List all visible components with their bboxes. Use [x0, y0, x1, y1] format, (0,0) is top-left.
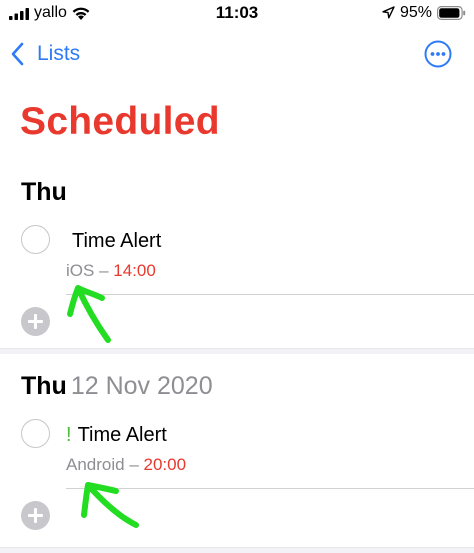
task-title[interactable]: ! Time Alert — [66, 424, 167, 447]
battery-icon — [437, 6, 466, 20]
section-separator — [0, 547, 474, 553]
section-date: 12 Nov 2020 — [70, 372, 213, 400]
task-complete-checkbox[interactable] — [21, 419, 50, 448]
status-bar: yallo 11:03 95% — [0, 0, 474, 28]
back-button-label: Lists — [37, 42, 81, 65]
task-label: iOS — [66, 261, 95, 280]
ellipsis-circle-icon[interactable] — [424, 40, 452, 68]
task-label: Android — [66, 455, 125, 474]
chevron-left-icon — [11, 42, 24, 66]
section-header: Thu 12 Nov 2020 — [21, 372, 213, 401]
task-subtitle: Android – 20:00 — [66, 455, 186, 475]
row-divider — [66, 294, 474, 295]
task-complete-checkbox[interactable] — [21, 225, 50, 254]
task-priority: ! — [66, 424, 72, 446]
add-reminder-button[interactable] — [21, 501, 50, 530]
page-title: Scheduled — [20, 100, 220, 143]
battery-percent: 95% — [400, 4, 433, 21]
section-header: Thu — [21, 178, 71, 207]
annotation-arrow-icon — [67, 285, 111, 343]
task-subtitle: iOS – 14:00 — [66, 261, 156, 281]
task-due-time: 14:00 — [113, 261, 156, 280]
task-title-text: Time Alert — [77, 424, 167, 446]
task-separator: – — [124, 455, 144, 474]
annotation-arrow-icon — [81, 482, 139, 528]
section-day: Thu — [21, 372, 67, 400]
task-title-text: Time Alert — [72, 230, 162, 252]
task-title[interactable]: Time Alert — [66, 230, 161, 253]
task-due-time: 20:00 — [143, 455, 187, 474]
section-day: Thu — [21, 178, 67, 206]
back-button[interactable]: Lists — [10, 40, 80, 68]
add-reminder-button[interactable] — [21, 307, 50, 336]
reminders-scheduled-screen: yallo 11:03 95% Lists Scheduled Thu Time… — [0, 0, 474, 553]
location-arrow-icon — [382, 6, 395, 19]
task-separator: – — [94, 261, 114, 280]
